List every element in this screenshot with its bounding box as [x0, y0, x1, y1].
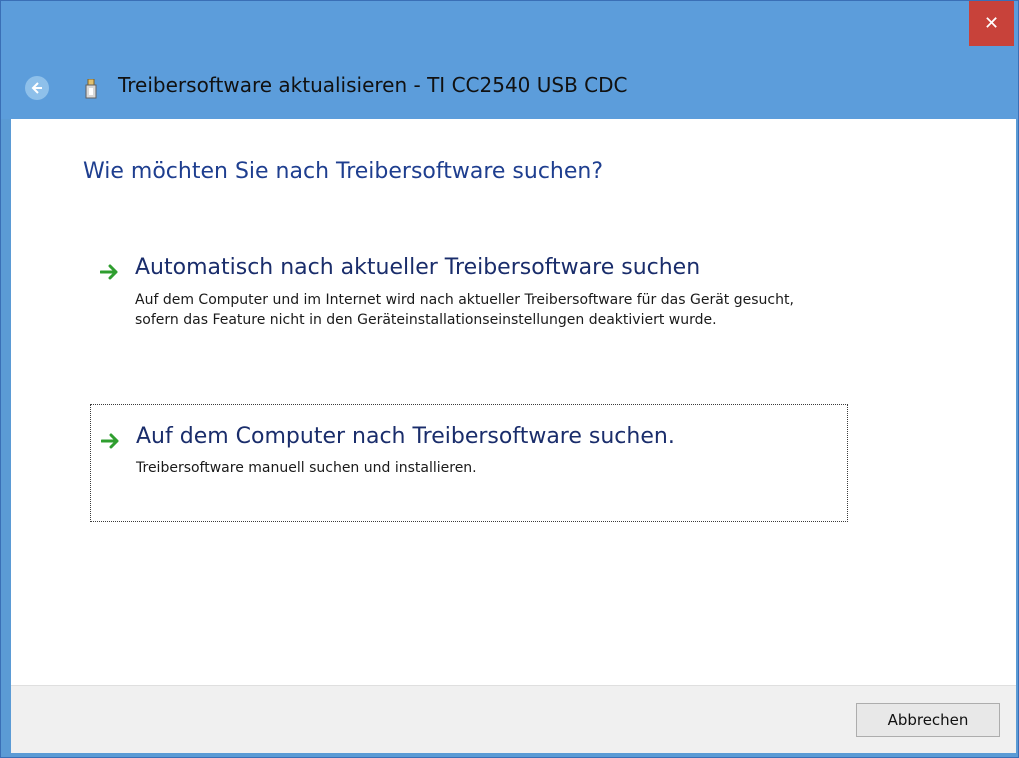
option-browse-computer[interactable]: Auf dem Computer nach Treibersoftware su… — [90, 404, 848, 522]
option-auto-search[interactable]: Automatisch nach aktueller Treibersoftwa… — [90, 249, 848, 379]
green-arrow-icon — [101, 433, 119, 449]
dialog-footer: Abbrechen — [11, 685, 1016, 753]
dialog-window: ✕ Treibersoftware aktualisieren - TI CC2… — [0, 0, 1019, 758]
close-icon: ✕ — [983, 13, 1000, 34]
option-title: Auf dem Computer nach Treibersoftware su… — [136, 424, 675, 449]
back-arrow-icon — [31, 82, 42, 94]
option-title: Automatisch nach aktueller Treibersoftwa… — [135, 255, 701, 280]
option-description: Auf dem Computer und im Internet wird na… — [135, 292, 794, 328]
usb-device-icon — [85, 79, 97, 99]
page-heading: Wie möchten Sie nach Treibersoftware suc… — [83, 159, 604, 184]
option-description: Treibersoftware manuell suchen und insta… — [136, 460, 477, 476]
window-title: Treibersoftware aktualisieren - TI CC254… — [118, 73, 628, 97]
close-button[interactable]: ✕ — [969, 1, 1014, 46]
dialog-content: Wie möchten Sie nach Treibersoftware suc… — [11, 119, 1016, 685]
back-button[interactable] — [25, 76, 49, 100]
cancel-button[interactable]: Abbrechen — [856, 703, 1000, 737]
title-bar: ✕ Treibersoftware aktualisieren - TI CC2… — [1, 1, 1018, 119]
green-arrow-icon — [100, 264, 118, 280]
